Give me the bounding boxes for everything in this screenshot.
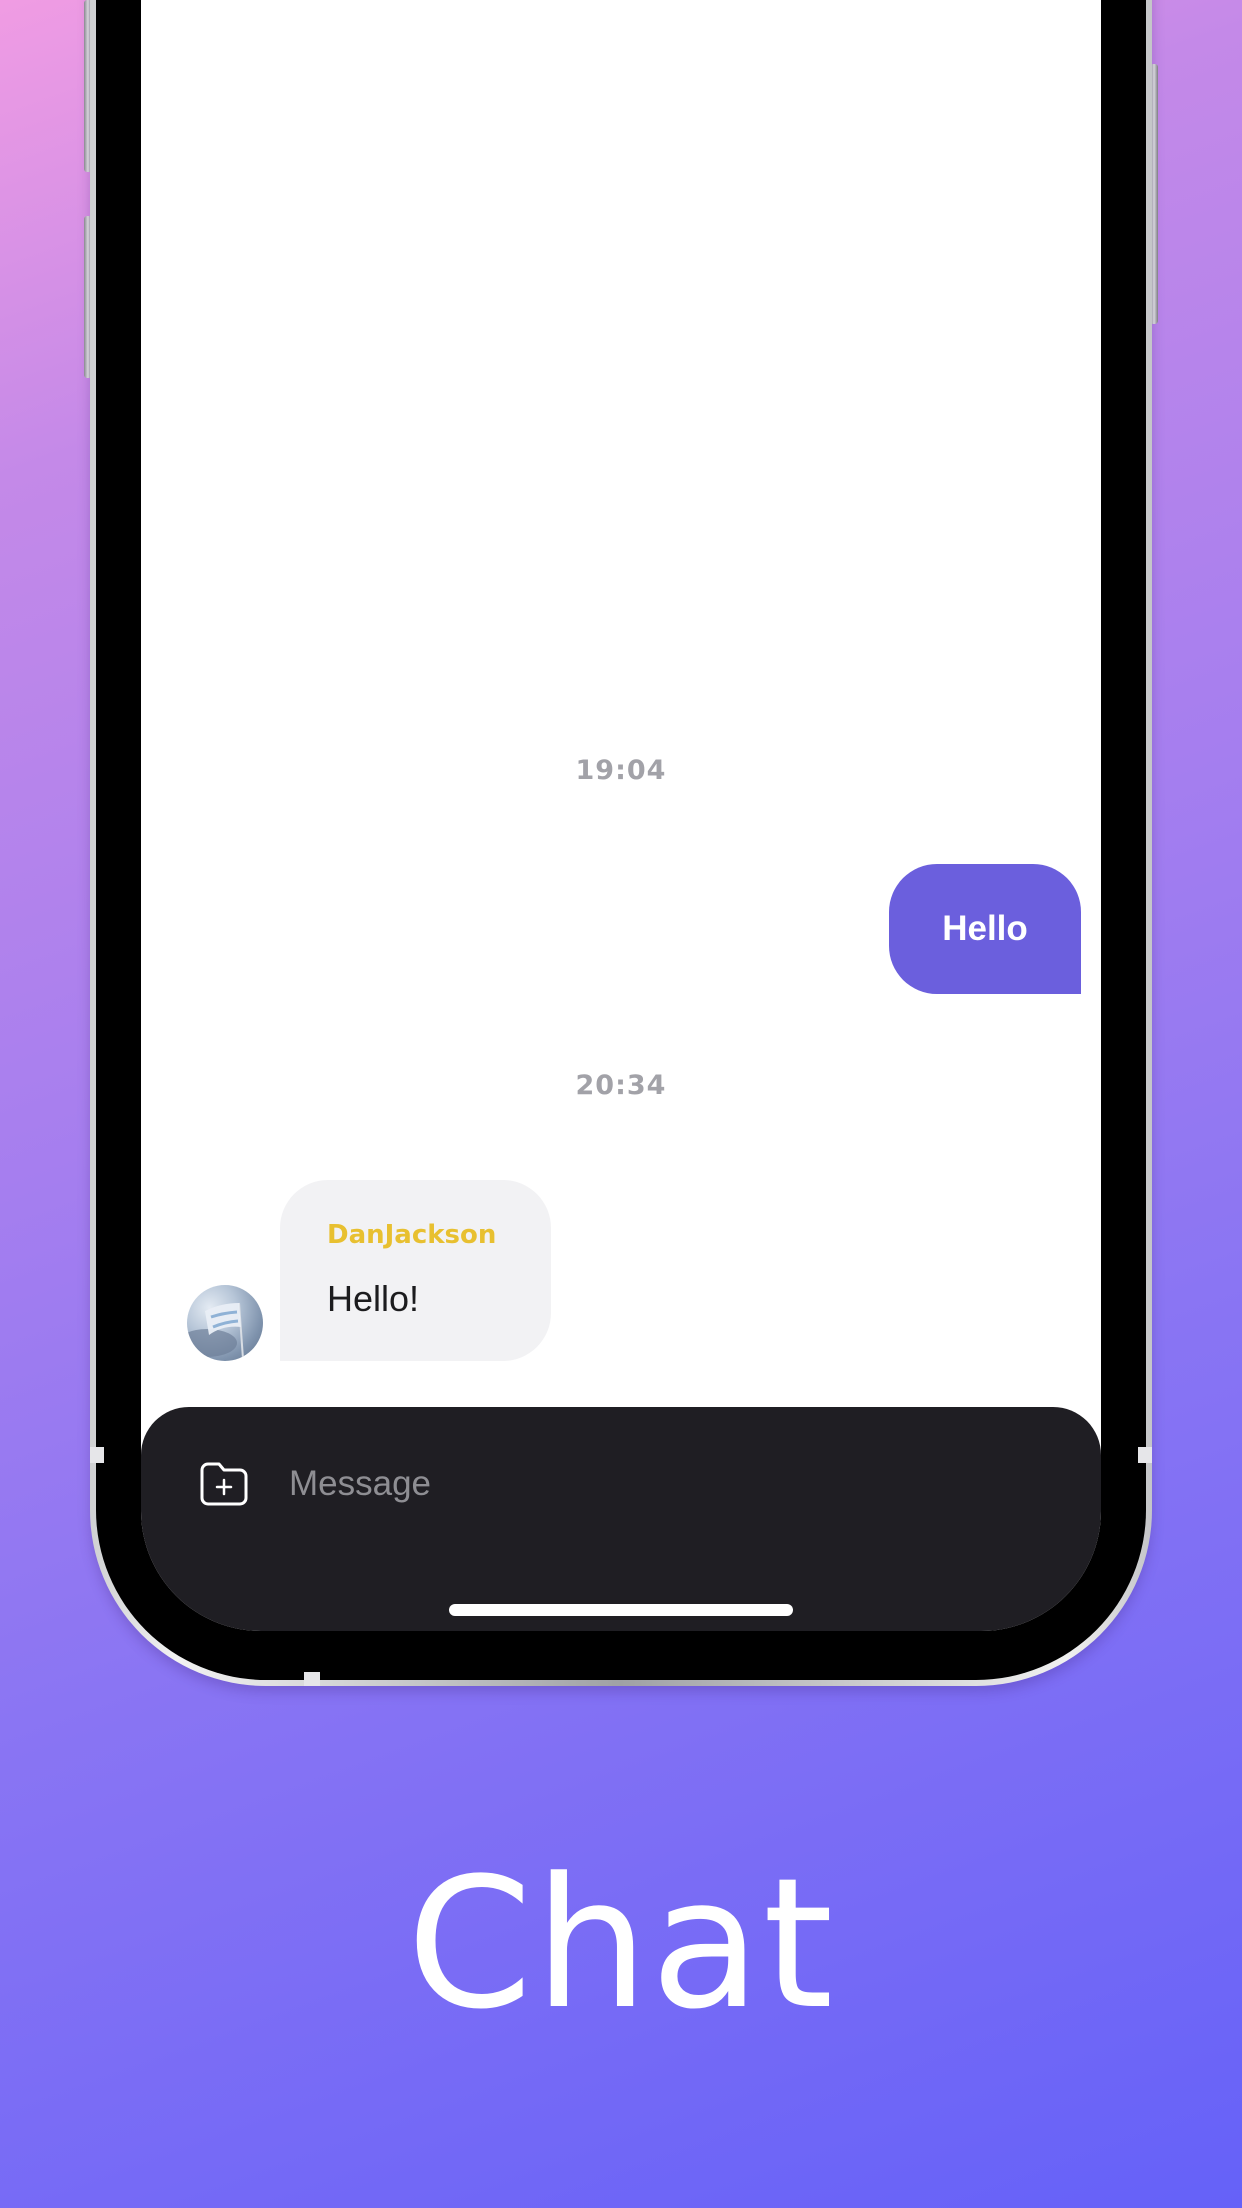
avatar-flag-photo: [187, 1302, 244, 1360]
outgoing-message-bubble[interactable]: Hello: [889, 864, 1081, 994]
message-timestamp: 20:34: [575, 1070, 667, 1101]
incoming-message-text: Hello!: [327, 1278, 420, 1319]
sender-name[interactable]: DanJackson: [327, 1220, 496, 1250]
antenna-band-right: [1138, 1447, 1152, 1463]
promo-caption: Chat: [406, 1840, 836, 2049]
home-indicator: [449, 1604, 793, 1616]
antenna-band-left: [90, 1447, 104, 1463]
message-timestamp: 19:04: [575, 755, 667, 786]
antenna-band-bottom: [304, 1672, 320, 1686]
outgoing-message-text: Hello: [942, 909, 1028, 948]
avatar[interactable]: [187, 1285, 263, 1361]
chat-screen: 19:04 Hello 20:34 DanJackson Hello!: [141, 0, 1101, 1631]
incoming-message-bubble[interactable]: DanJackson Hello!: [280, 1180, 551, 1361]
message-input[interactable]: [289, 1459, 889, 1509]
folder-plus-icon[interactable]: [199, 1459, 249, 1507]
message-composer: [141, 1407, 1101, 1631]
